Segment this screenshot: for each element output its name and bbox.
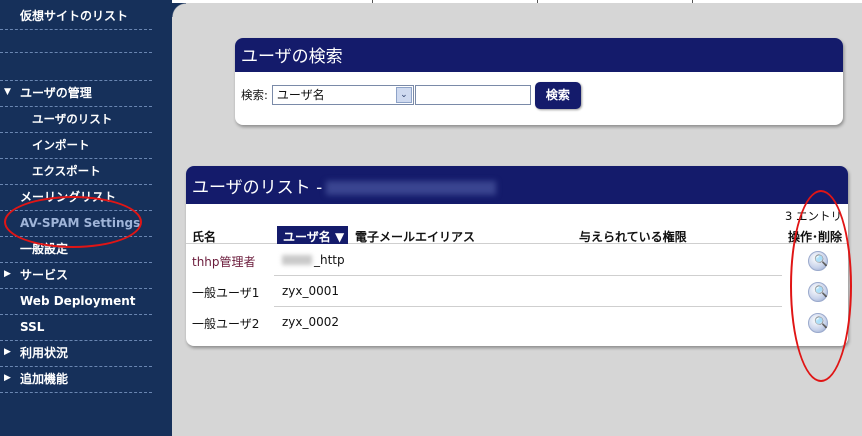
sidebar-item-label: サービス	[20, 268, 69, 282]
sidebar-item-label: Web Deployment	[20, 294, 136, 308]
magnifier-icon: 🔍	[814, 254, 828, 267]
view-user-button[interactable]: 🔍	[808, 282, 828, 302]
panel-title: ユーザのリスト -	[186, 166, 848, 204]
sidebar-item-label: 一般設定	[20, 242, 69, 256]
column-header-name[interactable]: 氏名	[192, 228, 216, 245]
redacted-username-prefix	[282, 255, 312, 265]
sidebar-item-user-management[interactable]: ▼ ユーザの管理	[0, 81, 152, 107]
table-row: 一般ユーザ2 zyx_0002 🔍	[186, 307, 848, 338]
redacted-site-name	[326, 181, 497, 195]
top-tab-divider	[692, 0, 693, 3]
sidebar-item-label: 追加機能	[20, 372, 69, 386]
column-header-email-alias[interactable]: 電子メールエイリアス	[355, 228, 475, 245]
sidebar: 仮想サイトのリスト ▼ ユーザの管理 ユーザのリスト インポート エクスポート メ…	[0, 0, 172, 436]
panel-title: ユーザの検索	[235, 38, 843, 72]
table-row: 一般ユーザ1 zyx_0001 🔍	[186, 276, 848, 307]
top-tab-bar	[172, 0, 862, 3]
search-input[interactable]	[414, 85, 531, 105]
panel-title-text: ユーザのリスト -	[192, 178, 323, 198]
sidebar-divider	[0, 53, 152, 81]
view-user-button[interactable]: 🔍	[808, 313, 828, 333]
sidebar-item-label: SSL	[20, 320, 45, 334]
expanded-arrow-icon: ▼	[4, 87, 11, 97]
sidebar-item-virtual-site-list[interactable]: 仮想サイトのリスト	[0, 4, 152, 30]
chevron-down-icon[interactable]: ⌄	[395, 87, 412, 103]
user-list-panel: ユーザのリスト - 3 エントリ 氏名 ユーザ名 ▼ 電子メールエイリアス 与え…	[186, 166, 848, 346]
user-full-name[interactable]: thhp管理者	[192, 253, 256, 270]
sidebar-item-user-list[interactable]: ユーザのリスト	[0, 107, 152, 133]
sidebar-item-ssl[interactable]: SSL	[0, 315, 152, 341]
username: zyx_0001	[282, 284, 340, 298]
view-user-button[interactable]: 🔍	[808, 251, 828, 271]
magnifier-icon: 🔍	[814, 316, 828, 329]
sidebar-item-label: ユーザの管理	[20, 86, 92, 100]
column-header-username[interactable]: ユーザ名 ▼	[277, 226, 349, 244]
sidebar-item-label: エクスポート	[32, 164, 101, 178]
sidebar-item-usage[interactable]: ▶ 利用状況	[0, 341, 152, 367]
sidebar-item-label: メーリングリスト	[20, 190, 117, 204]
sidebar-item-label: 仮想サイトのリスト	[20, 9, 129, 23]
sidebar-item-export[interactable]: エクスポート	[0, 159, 152, 185]
sidebar-item-label: インポート	[32, 138, 90, 152]
sidebar-item-av-spam-settings[interactable]: AV-SPAM Settings	[0, 211, 152, 237]
top-tab-divider	[537, 0, 538, 3]
collapsed-arrow-icon: ▶	[4, 347, 11, 357]
collapsed-arrow-icon: ▶	[4, 269, 11, 279]
table-row: thhp管理者 _http 🔍	[186, 245, 848, 276]
column-header-permissions[interactable]: 与えられている権限	[579, 228, 687, 245]
search-field-select[interactable]: ユーザ名 ⌄	[271, 85, 414, 105]
sidebar-item-label: ユーザのリスト	[32, 112, 113, 126]
magnifier-icon: 🔍	[814, 285, 828, 298]
top-tab-divider	[372, 0, 373, 3]
search-label: 検索:	[241, 88, 268, 102]
sidebar-item-label: 利用状況	[20, 346, 69, 360]
search-row: 検索: ユーザ名 ⌄ 検索	[241, 81, 581, 109]
sidebar-item-web-deployment[interactable]: Web Deployment	[0, 289, 152, 315]
sidebar-item-label: AV-SPAM Settings	[20, 216, 141, 230]
sidebar-item-mailing-list[interactable]: メーリングリスト	[0, 185, 152, 211]
main-corner	[172, 3, 186, 17]
sidebar-item-general-settings[interactable]: 一般設定	[0, 237, 152, 263]
search-button[interactable]: 検索	[534, 81, 581, 109]
sidebar-item-import[interactable]: インポート	[0, 133, 152, 159]
user-search-panel: ユーザの検索 検索: ユーザ名 ⌄ 検索	[235, 38, 843, 125]
table-header: 氏名 ユーザ名 ▼ 電子メールエイリアス 与えられている権限 操作･削除	[186, 226, 848, 244]
username: zyx_0002	[282, 315, 340, 329]
sidebar-item-add-ons[interactable]: ▶ 追加機能	[0, 367, 152, 393]
username: _http	[314, 253, 345, 267]
entry-count: 3 エントリ	[785, 209, 842, 223]
select-value: ユーザ名	[276, 88, 325, 102]
user-full-name[interactable]: 一般ユーザ1	[192, 284, 259, 301]
user-full-name[interactable]: 一般ユーザ2	[192, 315, 259, 332]
sidebar-item-services[interactable]: ▶ サービス	[0, 263, 152, 289]
column-header-actions: 操作･削除	[788, 230, 843, 244]
collapsed-arrow-icon: ▶	[4, 373, 11, 383]
sidebar-divider	[0, 30, 152, 53]
